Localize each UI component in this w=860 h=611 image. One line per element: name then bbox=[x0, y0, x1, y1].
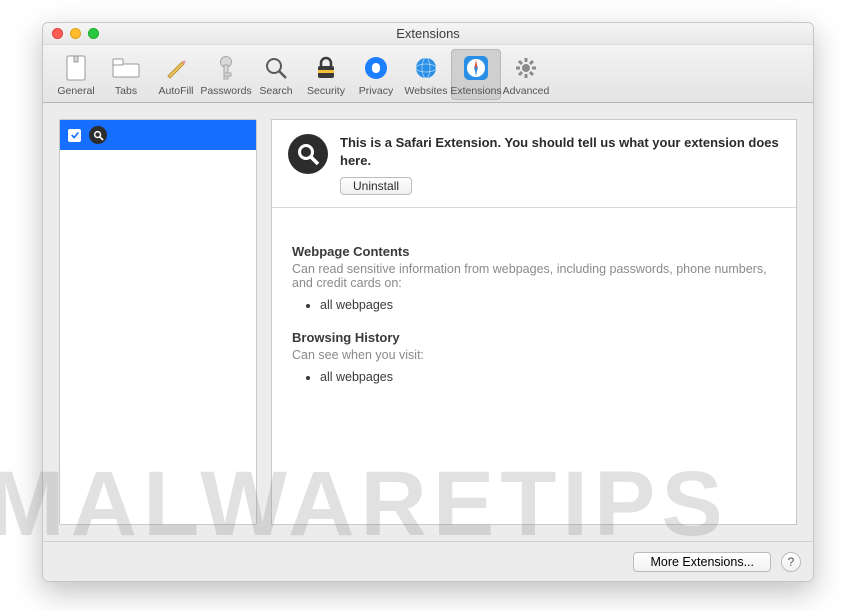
permission-title: Browsing History bbox=[292, 330, 776, 345]
general-icon bbox=[61, 53, 91, 83]
window-title: Extensions bbox=[43, 26, 813, 41]
passwords-icon bbox=[211, 53, 241, 83]
permission-subtitle: Can see when you visit: bbox=[292, 348, 776, 362]
tab-security[interactable]: Security bbox=[301, 49, 351, 100]
permissions-section: Webpage Contents Can read sensitive info… bbox=[272, 208, 796, 412]
tab-search[interactable]: Search bbox=[251, 49, 301, 100]
tab-label: Search bbox=[259, 85, 292, 97]
more-extensions-button[interactable]: More Extensions... bbox=[633, 552, 771, 572]
websites-icon bbox=[411, 53, 441, 83]
extensions-icon bbox=[461, 53, 491, 83]
permission-title: Webpage Contents bbox=[292, 244, 776, 259]
extension-list-item[interactable] bbox=[60, 120, 256, 150]
extension-detail-panel: This is a Safari Extension. You should t… bbox=[271, 119, 797, 525]
tab-label: Passwords bbox=[200, 85, 251, 97]
search-pref-icon bbox=[261, 53, 291, 83]
privacy-icon bbox=[361, 53, 391, 83]
search-icon bbox=[288, 134, 328, 174]
tab-websites[interactable]: Websites bbox=[401, 49, 451, 100]
security-icon bbox=[311, 53, 341, 83]
content-area: This is a Safari Extension. You should t… bbox=[43, 103, 813, 541]
tab-label: Extensions bbox=[450, 85, 501, 97]
preferences-toolbar: General Tabs AutoFill Passwords Search bbox=[43, 45, 813, 103]
footer-bar: More Extensions... ? bbox=[43, 541, 813, 581]
tab-passwords[interactable]: Passwords bbox=[201, 49, 251, 100]
permission-item: all webpages bbox=[320, 368, 776, 386]
help-button[interactable]: ? bbox=[781, 552, 801, 572]
search-icon bbox=[89, 126, 107, 144]
tab-label: Tabs bbox=[115, 85, 137, 97]
tabs-icon bbox=[111, 53, 141, 83]
extension-header: This is a Safari Extension. You should t… bbox=[272, 120, 796, 208]
autofill-icon bbox=[161, 53, 191, 83]
tab-tabs[interactable]: Tabs bbox=[101, 49, 151, 100]
title-bar: Extensions bbox=[43, 23, 813, 45]
uninstall-button[interactable]: Uninstall bbox=[340, 177, 412, 195]
tab-label: Websites bbox=[405, 85, 448, 97]
advanced-icon bbox=[511, 53, 541, 83]
extensions-sidebar bbox=[59, 119, 257, 525]
tab-label: AutoFill bbox=[158, 85, 193, 97]
extension-description: This is a Safari Extension. You should t… bbox=[340, 134, 780, 169]
preferences-window: Extensions General Tabs AutoFill Passwor… bbox=[42, 22, 814, 582]
permission-subtitle: Can read sensitive information from webp… bbox=[292, 262, 776, 290]
tab-label: General bbox=[57, 85, 94, 97]
tab-privacy[interactable]: Privacy bbox=[351, 49, 401, 100]
extension-checkbox[interactable] bbox=[68, 129, 81, 142]
tab-advanced[interactable]: Advanced bbox=[501, 49, 551, 100]
tab-extensions[interactable]: Extensions bbox=[451, 49, 501, 100]
permission-item: all webpages bbox=[320, 296, 776, 314]
tab-label: Security bbox=[307, 85, 345, 97]
tab-general[interactable]: General bbox=[51, 49, 101, 100]
tab-autofill[interactable]: AutoFill bbox=[151, 49, 201, 100]
tab-label: Advanced bbox=[503, 85, 550, 97]
tab-label: Privacy bbox=[359, 85, 393, 97]
